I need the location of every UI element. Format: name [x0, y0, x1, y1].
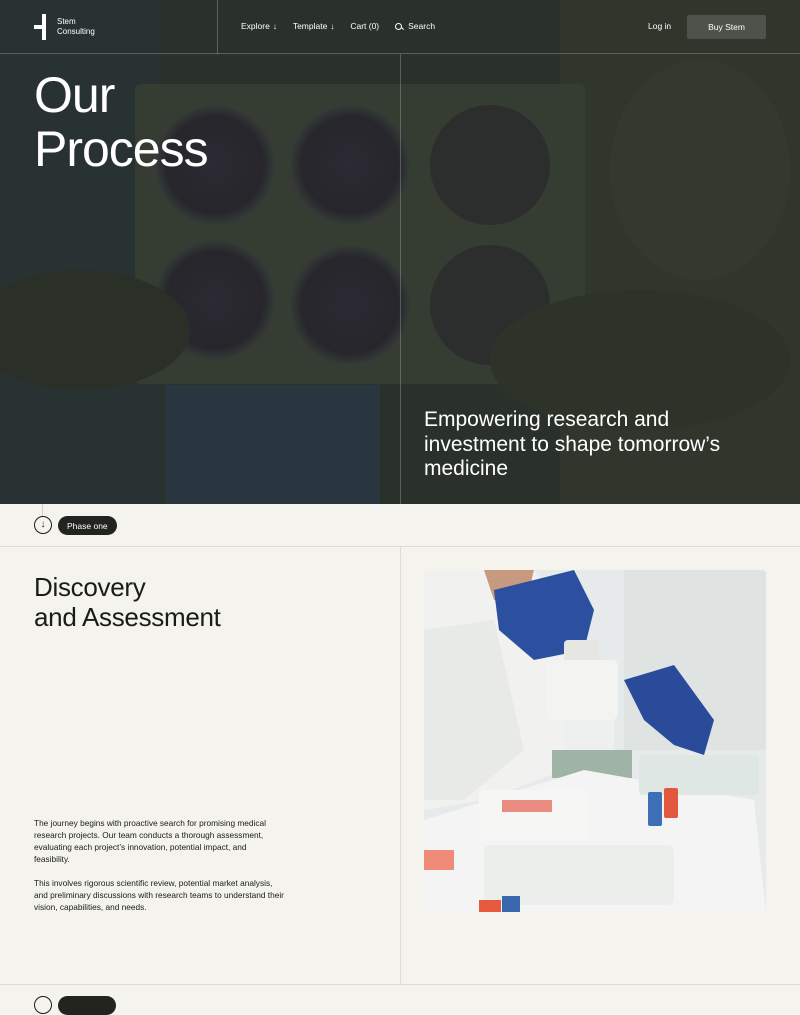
nav-links: Explore ↓ Template ↓ Cart (0) Search — [241, 21, 451, 31]
nav-cart[interactable]: Cart (0) — [350, 21, 379, 31]
section-title: Discovery and Assessment — [34, 572, 221, 632]
arrow-down-circle-icon[interactable]: ↓ — [34, 516, 52, 534]
section-body: The journey begins with proactive search… — [34, 817, 284, 925]
phase-badge: Phase one — [58, 516, 117, 535]
brand-logo[interactable]: Stem Consulting — [34, 14, 95, 40]
brand-name-line2: Consulting — [57, 27, 95, 36]
lab-pipette-image — [424, 570, 766, 912]
arrow-down-icon: ↓ — [272, 21, 277, 31]
lab-photo — [424, 570, 766, 912]
search-icon — [395, 22, 403, 30]
phase-row: ↓ Phase one — [0, 504, 800, 547]
next-phase-row — [0, 985, 800, 1015]
brand-name-line1: Stem — [57, 17, 76, 26]
section-title-line2: and Assessment — [34, 602, 221, 632]
hero-subtitle: Empowering research and investment to sh… — [424, 408, 721, 480]
phase-connector-line — [42, 504, 43, 516]
phase-badge — [58, 996, 116, 1015]
content-divider — [400, 547, 401, 985]
arrow-down-circle-icon[interactable] — [34, 996, 52, 1014]
nav-cart-label: Cart (0) — [350, 21, 380, 31]
section-paragraph-1: The journey begins with proactive search… — [34, 818, 266, 864]
brand-name: Stem Consulting — [57, 17, 95, 37]
nav-template-label: Template — [292, 21, 328, 31]
nav-explore-label: Explore — [241, 21, 270, 31]
nav-search-label: Search — [408, 21, 436, 31]
nav-divider — [217, 0, 218, 54]
nav-search[interactable]: Search — [395, 21, 435, 31]
top-navigation: Stem Consulting Explore ↓ Template ↓ Car… — [0, 0, 800, 54]
logo-mark-icon — [34, 14, 46, 40]
hero-section: Stem Consulting Explore ↓ Template ↓ Car… — [0, 0, 800, 504]
hero-divider — [400, 54, 401, 504]
page-title-line2: Process — [34, 121, 209, 177]
page-title-line1: Our — [34, 67, 115, 123]
buy-stem-button[interactable]: Buy Stem — [687, 15, 766, 39]
nav-explore[interactable]: Explore ↓ — [241, 21, 277, 31]
arrow-down-icon: ↓ — [330, 21, 335, 31]
login-link[interactable]: Log in — [648, 21, 671, 31]
phase-content: Discovery and Assessment The journey beg… — [0, 547, 800, 985]
page-title: Our Process — [34, 67, 209, 177]
nav-template[interactable]: Template ↓ — [293, 21, 335, 31]
section-paragraph-2: This involves rigorous scientific review… — [34, 878, 284, 912]
section-title-line1: Discovery — [34, 572, 146, 602]
